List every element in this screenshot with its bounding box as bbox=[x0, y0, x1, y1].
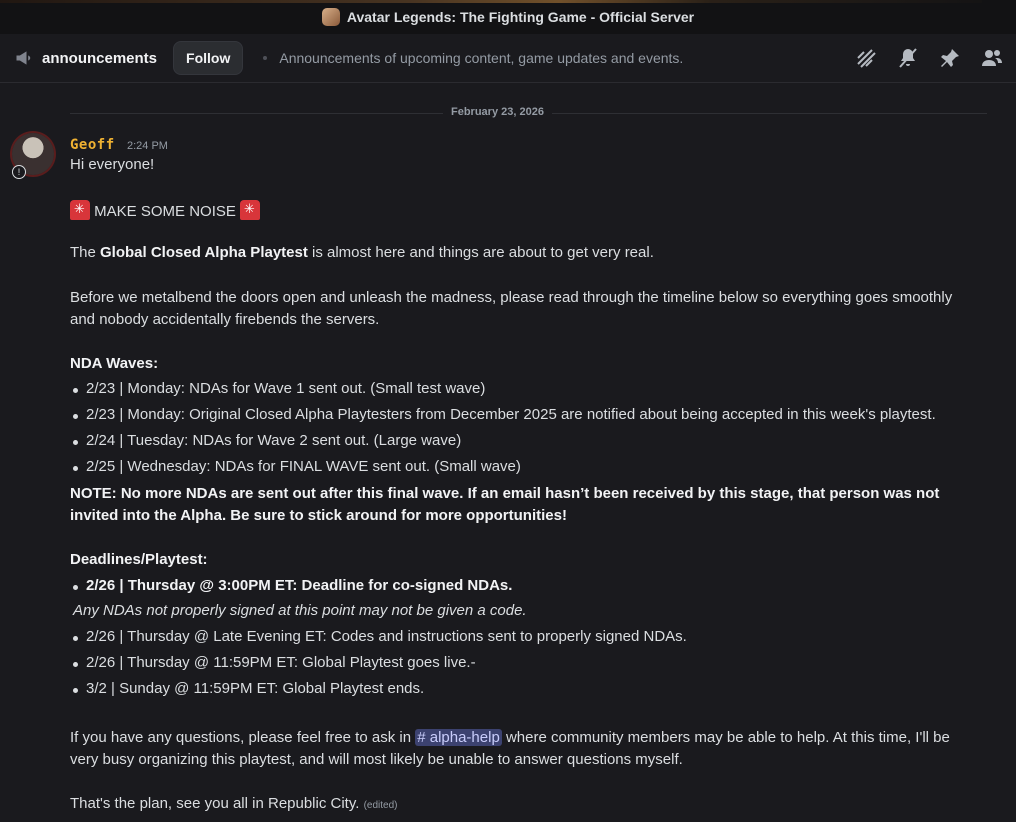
deadlines-heading: Deadlines/Playtest: bbox=[70, 551, 208, 568]
window-title: Avatar Legends: The Fighting Game - Offi… bbox=[346, 9, 695, 25]
server-icon bbox=[321, 8, 340, 26]
paragraph-line: and nobody accidentally firebends the se… bbox=[70, 311, 380, 328]
mute-icon[interactable] bbox=[896, 46, 920, 70]
window-controls bbox=[982, 0, 1016, 34]
siren-icon bbox=[70, 200, 90, 220]
list-item: 2/25 | Wednesday: NDAs for FINAL WAVE se… bbox=[73, 458, 521, 475]
date-divider-label: February 23, 2026 bbox=[443, 106, 552, 118]
intro-pre: The bbox=[70, 244, 101, 261]
questions-post: where community members may be able to h… bbox=[501, 729, 950, 746]
deadline-note: Any NDAs not properly signed at this poi… bbox=[73, 602, 527, 619]
note-line: NOTE: No more NDAs are sent out after th… bbox=[70, 485, 940, 502]
list-item: 3/2 | Sunday @ 11:59PM ET: Global Playte… bbox=[72, 680, 425, 697]
intro-bold: Global Closed Alpha Playtest bbox=[100, 244, 308, 261]
window-titlebar: Avatar Legends: The Fighting Game - Offi… bbox=[0, 0, 1016, 34]
members-icon[interactable] bbox=[980, 46, 1004, 70]
channel-name[interactable]: announcements bbox=[42, 50, 157, 67]
threads-icon[interactable] bbox=[854, 46, 878, 70]
channel-topic[interactable]: Announcements of upcoming content, game … bbox=[279, 50, 683, 66]
header-toolbar bbox=[854, 46, 1004, 70]
follow-button[interactable]: Follow bbox=[173, 41, 244, 75]
note-line: invited into the Alpha. Be sure to stick… bbox=[70, 507, 567, 524]
closing-line: That's the plan, see you all in Republic… bbox=[70, 795, 397, 812]
paragraph-line: very busy organizing this playtest, and … bbox=[70, 751, 683, 768]
nda-heading: NDA Waves: bbox=[70, 355, 159, 372]
intro-paragraph: The Global Closed Alpha Playtest is almo… bbox=[70, 244, 654, 261]
list-item: 2/23 | Monday: Original Closed Alpha Pla… bbox=[73, 406, 936, 423]
paragraph-line: Before we metalbend the doors open and u… bbox=[70, 289, 953, 306]
pin-icon[interactable] bbox=[938, 46, 962, 70]
channel-mention-alpha-help[interactable]: # alpha-help bbox=[415, 729, 502, 746]
intro-post: is almost here and things are about to g… bbox=[307, 244, 654, 261]
message-timestamp[interactable]: 2:24 PM bbox=[127, 140, 168, 152]
titlebar-glow bbox=[0, 0, 1016, 3]
list-item: 2/26 | Thursday @ Late Evening ET: Codes… bbox=[73, 628, 687, 645]
edited-label: (edited) bbox=[363, 800, 398, 811]
noise-text: MAKE SOME NOISE bbox=[94, 203, 236, 220]
list-item: 2/26 | Thursday @ 3:00PM ET: Deadline fo… bbox=[72, 577, 513, 594]
avatar-badge-icon: ! bbox=[12, 165, 26, 179]
list-item: 2/23 | Monday: NDAs for Wave 1 sent out.… bbox=[72, 380, 486, 397]
questions-pre: If you have any questions, please feel f… bbox=[70, 729, 416, 746]
questions-paragraph: If you have any questions, please feel f… bbox=[70, 729, 950, 746]
megaphone-icon bbox=[16, 51, 31, 65]
noise-line: MAKE SOME NOISE bbox=[70, 200, 261, 220]
list-item: 2/26 | Thursday @ 11:59PM ET: Global Pla… bbox=[73, 654, 476, 671]
message-author[interactable]: Geoff bbox=[70, 137, 115, 153]
channel-header: announcements Follow Announcements of up… bbox=[0, 34, 1016, 83]
list-item: 2/24 | Tuesday: NDAs for Wave 2 sent out… bbox=[72, 432, 462, 449]
siren-icon bbox=[240, 200, 261, 220]
closing-text: That's the plan, see you all in Republic… bbox=[70, 795, 360, 812]
message-greeting: Hi everyone! bbox=[70, 156, 155, 173]
topic-separator bbox=[263, 56, 268, 60]
